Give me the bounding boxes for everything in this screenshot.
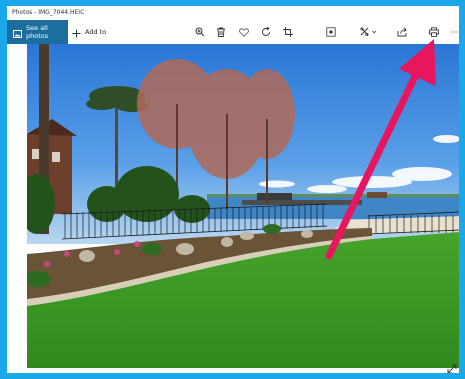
annotation-arrow xyxy=(325,39,436,260)
expand-icon[interactable] xyxy=(447,359,457,373)
photos-app-window: Photos - IMG_7044.HEIC See all photos Ad… xyxy=(7,6,459,373)
